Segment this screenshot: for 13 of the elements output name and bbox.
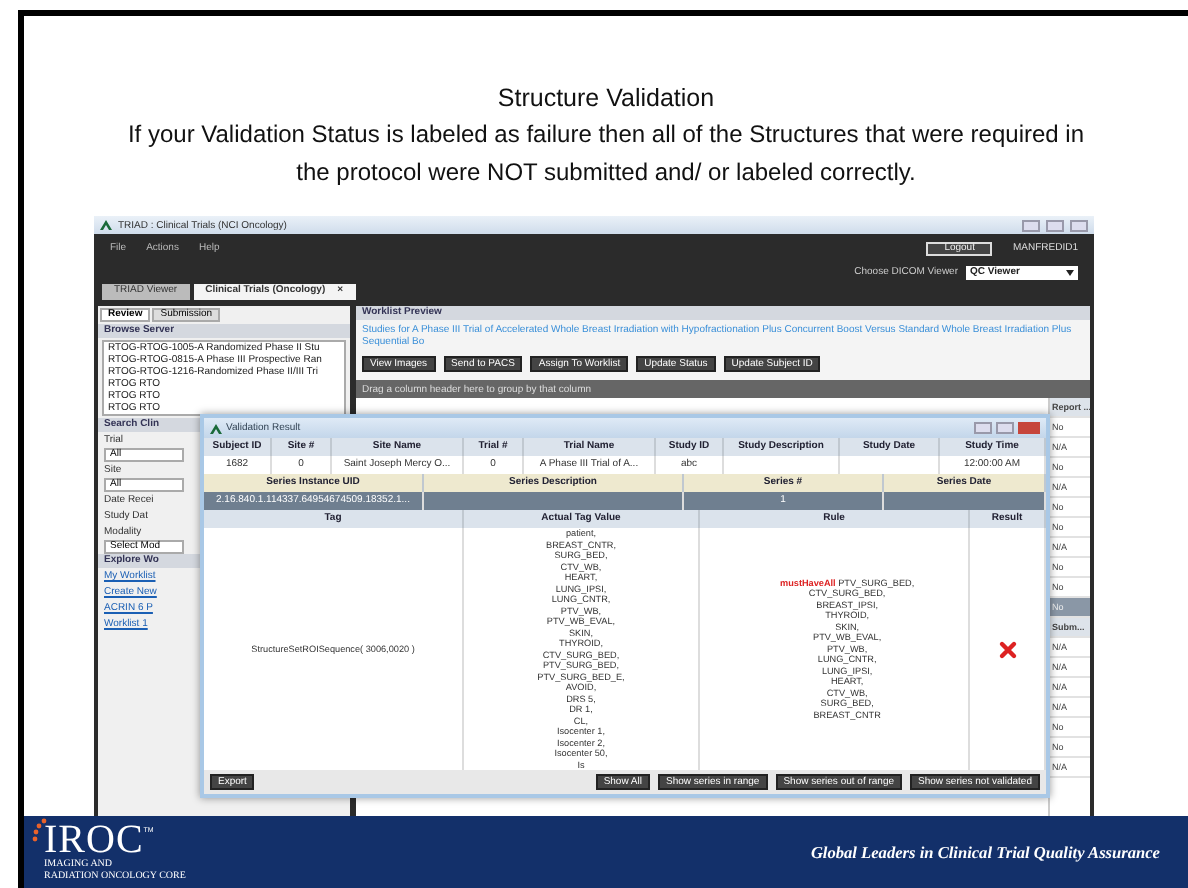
tagline: Global Leaders in Clinical Trial Quality Assurance [808, 843, 1162, 861]
minimize-button[interactable] [1022, 219, 1040, 231]
logo-text: IROC [44, 821, 144, 859]
close-button[interactable] [1070, 219, 1088, 231]
slide-title: Structure Validation [497, 84, 715, 112]
app-logo-icon [100, 220, 112, 230]
minimize-button[interactable] [974, 422, 992, 434]
maximize-button[interactable] [1046, 219, 1064, 231]
caret-icon [1066, 269, 1074, 275]
app-logo-icon [210, 423, 222, 433]
slide-text: If your Validation Status is labeled as failure then all of the Structures that were required in the protocol were NOT submitted and/ or labeled correctly. [125, 118, 1087, 190]
maximize-button[interactable] [996, 422, 1014, 434]
dots-icon [32, 817, 48, 845]
